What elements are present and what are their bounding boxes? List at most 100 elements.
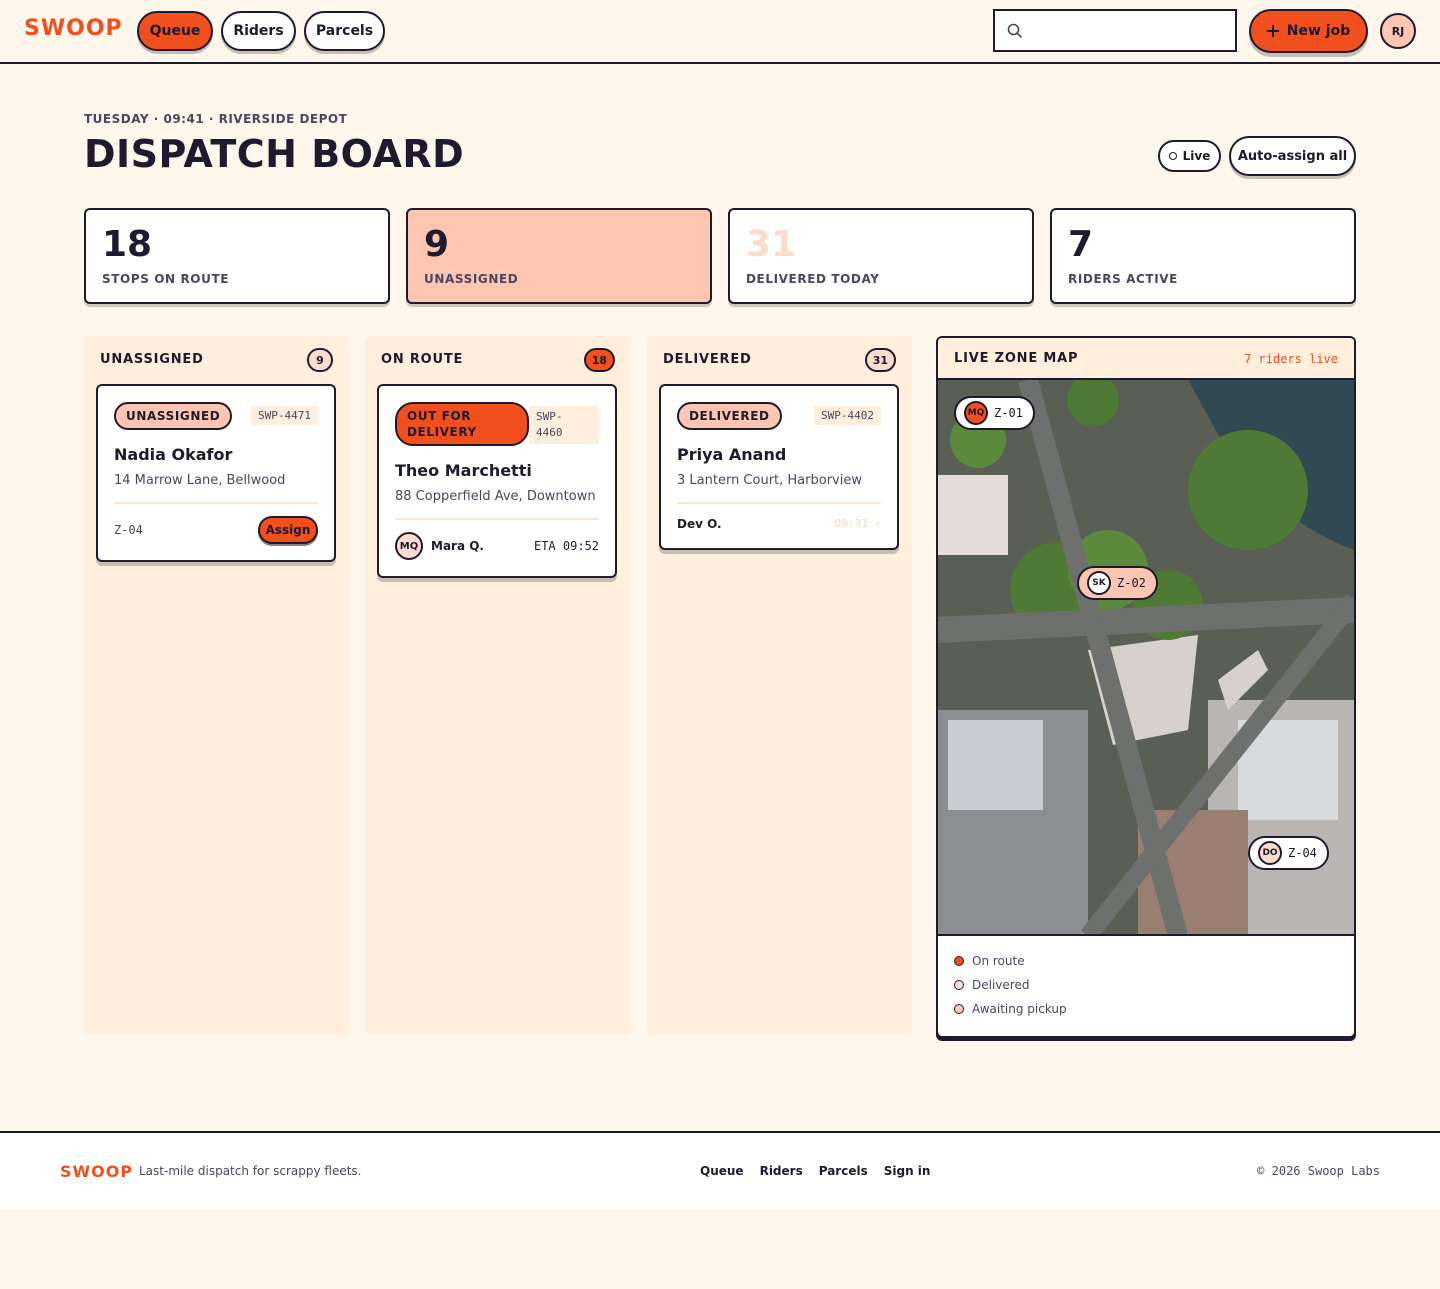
- aerial-map-image[interactable]: MQ Z-01 SK Z-02 DO Z-04: [938, 380, 1354, 936]
- pin-zone: Z-04: [1288, 846, 1317, 860]
- live-label: Live: [1182, 149, 1211, 163]
- column-count: 18: [583, 348, 615, 372]
- legend-on-route: On route: [954, 954, 1025, 968]
- legend-label: Delivered: [972, 978, 1030, 992]
- customer-name: Priya Anand: [677, 445, 787, 464]
- legend-dot-icon: [954, 1004, 964, 1014]
- page-title: DISPATCH BOARD: [84, 132, 465, 176]
- stat-card-riders: 7 RIDERS ACTIVE: [1050, 208, 1356, 304]
- new-job-label: New job: [1286, 23, 1351, 39]
- search-input[interactable]: [1031, 17, 1227, 44]
- footer-link-queue[interactable]: Queue: [700, 1164, 744, 1178]
- legend-label: Awaiting pickup: [972, 1002, 1067, 1016]
- customer-name: Theo Marchetti: [395, 461, 532, 480]
- stat-card-stops: 18 STOPS ON ROUTE: [84, 208, 390, 304]
- job-card[interactable]: DELIVERED SWP-4402 Priya Anand 3 Lantern…: [659, 384, 899, 550]
- customer-address: 88 Copperfield Ave, Downtown: [395, 489, 596, 504]
- card-divider: [114, 502, 318, 504]
- plus-icon: [1266, 25, 1279, 37]
- zone-label: Z-04: [114, 523, 143, 537]
- column-title: ON ROUTE: [381, 352, 464, 367]
- column-on-route: ON ROUTE 18 OUT FOR DELIVERY SWP- 4460 T…: [365, 336, 631, 1035]
- column-count: 9: [307, 348, 333, 372]
- stat-card-unassigned: 9 UNASSIGNED: [406, 208, 712, 304]
- stat-value: 31: [746, 224, 797, 265]
- footer: SWOOP Last-mile dispatch for scrappy fle…: [0, 1131, 1440, 1209]
- riders-live-label: 7 riders live: [1244, 352, 1338, 366]
- job-card[interactable]: UNASSIGNED SWP-4471 Nadia Okafor 14 Marr…: [96, 384, 336, 562]
- footer-link-parcels[interactable]: Parcels: [819, 1164, 868, 1178]
- status-badge: UNASSIGNED: [114, 402, 233, 430]
- nav-parcels[interactable]: Parcels: [304, 11, 385, 51]
- map-pin-z01[interactable]: MQ Z-01: [954, 396, 1035, 430]
- stat-value: 9: [424, 224, 450, 265]
- stat-label: UNASSIGNED: [424, 272, 519, 286]
- status-badge-line: DELIVERY: [407, 425, 477, 439]
- column-title: UNASSIGNED: [100, 352, 204, 367]
- job-card[interactable]: OUT FOR DELIVERY SWP- 4460 Theo Marchett…: [377, 384, 617, 578]
- status-badge: OUT FOR DELIVERY: [395, 402, 529, 446]
- auto-assign-button[interactable]: Auto-assign all: [1229, 136, 1356, 176]
- legend-label: On route: [972, 954, 1025, 968]
- footer-logo[interactable]: SWOOP: [60, 1162, 133, 1181]
- map-title: LIVE ZONE MAP: [954, 351, 1079, 366]
- user-avatar[interactable]: RJ: [1380, 13, 1416, 49]
- search-box[interactable]: [993, 9, 1237, 52]
- live-dot-icon: [1168, 152, 1177, 160]
- card-divider: [677, 502, 881, 504]
- status-badge-line: OUT FOR: [407, 409, 472, 423]
- pin-avatar: DO: [1258, 841, 1282, 865]
- column-count: 31: [864, 348, 896, 372]
- customer-address: 14 Marrow Lane, Bellwood: [114, 473, 286, 488]
- column-title: DELIVERED: [663, 352, 752, 367]
- stat-value: 7: [1068, 224, 1094, 265]
- stat-label: STOPS ON ROUTE: [102, 272, 230, 286]
- map-header: LIVE ZONE MAP 7 riders live: [938, 338, 1354, 380]
- customer-name: Nadia Okafor: [114, 445, 233, 464]
- map-pin-z02[interactable]: SK Z-02: [1077, 566, 1158, 600]
- stat-card-delivered: 31 DELIVERED TODAY: [728, 208, 1034, 304]
- footer-link-sign-in[interactable]: Sign in: [884, 1164, 931, 1178]
- legend-dot-icon: [954, 956, 964, 966]
- eta-label: ETA 09:52: [533, 539, 599, 553]
- delivered-time: 09:31 ✓: [834, 517, 881, 530]
- job-ref-line: SWP-: [536, 410, 563, 423]
- legend-awaiting: Awaiting pickup: [954, 1002, 1067, 1016]
- search-icon: [1007, 23, 1023, 39]
- pin-avatar: SK: [1087, 571, 1111, 595]
- assign-button[interactable]: Assign: [258, 516, 318, 544]
- live-zone-map: LIVE ZONE MAP 7 riders live MQ Z-01 SK Z…: [936, 336, 1356, 1038]
- nav-riders[interactable]: Riders: [221, 11, 296, 51]
- footer-copyright: © 2026 Swoop Labs: [1257, 1164, 1380, 1178]
- card-divider: [395, 518, 599, 520]
- job-ref: SWP-4402: [814, 406, 881, 425]
- column-delivered: DELIVERED 31 DELIVERED SWP-4402 Priya An…: [647, 336, 912, 1035]
- map-pin-z04[interactable]: DO Z-04: [1248, 836, 1329, 870]
- legend-delivered: Delivered: [954, 978, 1029, 992]
- top-bar: SWOOP Queue Riders Parcels New job RJ: [0, 0, 1440, 64]
- rider-name: Mara Q.: [431, 539, 484, 553]
- nav-queue[interactable]: Queue: [137, 11, 213, 51]
- rider-name: Dev O.: [677, 517, 722, 531]
- job-ref-line: 4460: [536, 426, 563, 439]
- legend-dot-icon: [954, 980, 964, 990]
- job-ref: SWP- 4460: [529, 406, 599, 444]
- footer-links: Queue Riders Parcels Sign in: [700, 1164, 930, 1178]
- page-eyebrow: TUESDAY · 09:41 · RIVERSIDE DEPOT: [84, 112, 348, 126]
- stat-label: DELIVERED TODAY: [746, 272, 880, 286]
- footer-tagline: Last-mile dispatch for scrappy fleets.: [139, 1164, 362, 1178]
- rider-avatar: MQ: [395, 532, 423, 560]
- pin-avatar: MQ: [964, 401, 988, 425]
- column-unassigned: UNASSIGNED 9 UNASSIGNED SWP-4471 Nadia O…: [84, 336, 349, 1035]
- logo[interactable]: SWOOP: [24, 16, 123, 41]
- stat-label: RIDERS ACTIVE: [1068, 272, 1178, 286]
- footer-link-riders[interactable]: Riders: [760, 1164, 803, 1178]
- new-job-button[interactable]: New job: [1249, 9, 1368, 53]
- pin-zone: Z-02: [1117, 576, 1146, 590]
- customer-address: 3 Lantern Court, Harborview: [677, 473, 862, 488]
- status-badge: DELIVERED: [677, 402, 782, 430]
- job-ref: SWP-4471: [251, 406, 318, 425]
- pin-zone: Z-01: [994, 406, 1023, 420]
- live-toggle[interactable]: Live: [1158, 140, 1221, 172]
- stat-value: 18: [102, 224, 153, 265]
